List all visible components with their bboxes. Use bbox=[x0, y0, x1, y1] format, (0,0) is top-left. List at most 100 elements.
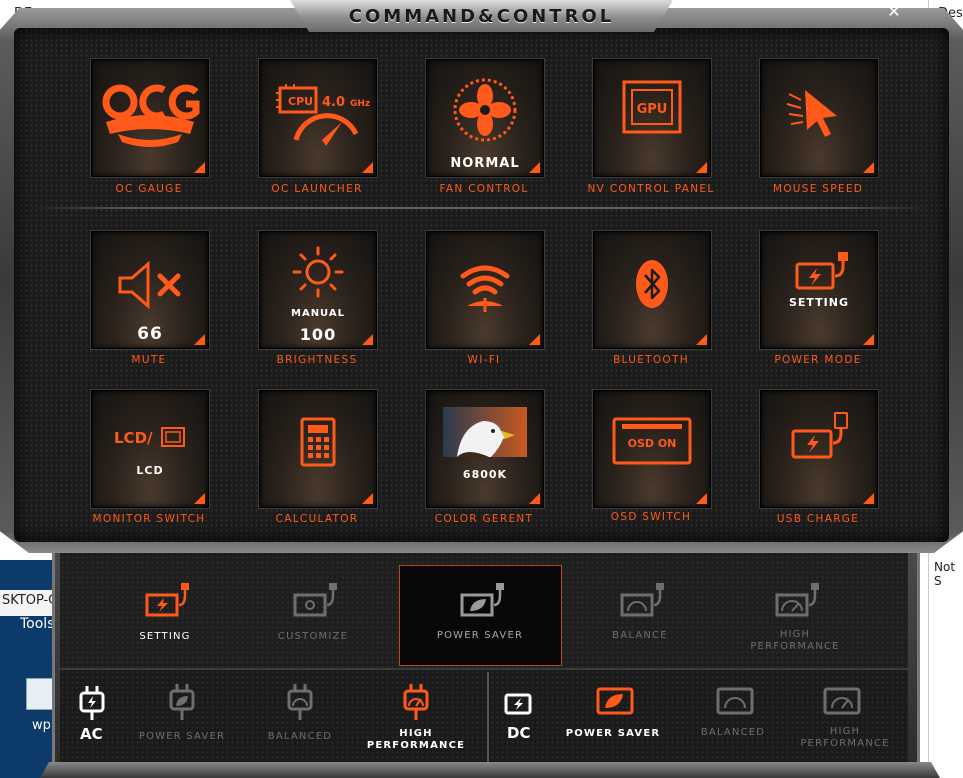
cursor-speed-icon bbox=[786, 90, 837, 137]
tile-corner-indicator bbox=[362, 493, 373, 504]
tile-label-fan-control: FAN CONTROL bbox=[439, 183, 529, 195]
dc-battery-icon bbox=[504, 693, 532, 715]
tile-color-gerent[interactable]: 6800K bbox=[426, 390, 544, 508]
tile-label-nv-control-panel: NV CONTROL PANEL bbox=[587, 183, 715, 195]
brightness-value: 100 bbox=[299, 325, 337, 344]
tile-power-mode[interactable]: SETTING bbox=[760, 231, 878, 349]
power-mode-power-saver[interactable]: POWER SAVER bbox=[420, 575, 540, 665]
bluetooth-icon bbox=[636, 260, 668, 308]
volume-value: 66 bbox=[137, 324, 163, 344]
tile-nv-control-panel[interactable]: GPU bbox=[593, 59, 711, 177]
tile-label-power-mode: POWER MODE bbox=[774, 354, 862, 366]
tile-usb-charge[interactable] bbox=[760, 390, 878, 508]
plug-gauge-icon bbox=[287, 684, 313, 720]
cpu-text: CPU bbox=[288, 95, 313, 108]
desktop-file-icon[interactable] bbox=[26, 678, 54, 710]
tile-oc-launcher[interactable]: CPU 4.0 GHz bbox=[259, 59, 377, 177]
osd-icon: OSD ON bbox=[612, 417, 692, 465]
tile-corner-indicator bbox=[362, 334, 373, 345]
window-title: COMMAND&CONTROL bbox=[348, 5, 615, 27]
ac-high-performance[interactable]: HIGH PERFORMANCE bbox=[356, 680, 476, 770]
title-plate[interactable]: COMMAND&CONTROL bbox=[290, 0, 673, 32]
ac-plug-icon bbox=[79, 686, 105, 720]
fan-mode-value: NORMAL bbox=[450, 156, 520, 171]
dc-power-saver[interactable]: POWER SAVER bbox=[553, 680, 673, 770]
tile-brightness[interactable]: MANUAL 100 bbox=[259, 231, 377, 349]
gpu-text: GPU bbox=[637, 102, 668, 117]
tile-label-color-gerent: COLOR GERENT bbox=[434, 513, 534, 525]
gpu-icon: GPU bbox=[622, 80, 682, 134]
color-temp-value: 6800K bbox=[462, 468, 508, 481]
tile-oc-gauge[interactable] bbox=[91, 59, 209, 177]
tile-mouse-speed[interactable] bbox=[760, 59, 878, 177]
tile-bluetooth[interactable] bbox=[593, 231, 711, 349]
dc-mode-label: BALANCED bbox=[700, 727, 766, 738]
tile-corner-indicator bbox=[194, 493, 205, 504]
tile-corner-indicator bbox=[696, 162, 707, 173]
tile-label-mouse-speed: MOUSE SPEED bbox=[772, 183, 864, 195]
tile-label-wifi: WI-FI bbox=[467, 354, 501, 366]
wifi-icon bbox=[460, 265, 510, 312]
ac-dc-divider bbox=[487, 672, 489, 766]
tile-mute[interactable]: 66 bbox=[91, 231, 209, 349]
power-mode-sub: SETTING bbox=[788, 296, 850, 309]
calculator-icon bbox=[300, 417, 336, 467]
cpu-frequency-value: 4.0 bbox=[322, 95, 345, 110]
monitor-value: LCD bbox=[136, 464, 164, 477]
tile-corner-indicator bbox=[194, 334, 205, 345]
battery-plug-icon bbox=[795, 252, 848, 290]
battery-leaf-icon bbox=[460, 583, 504, 617]
power-mode-high-performance[interactable]: HIGH PERFORMANCE bbox=[735, 575, 855, 665]
power-mode-label: POWER SAVER bbox=[436, 630, 524, 641]
power-mode-label: SETTING bbox=[139, 631, 191, 642]
tile-monitor-switch[interactable]: LCD/ LCD bbox=[91, 390, 209, 508]
tile-corner-indicator bbox=[696, 493, 707, 504]
power-mode-balance[interactable]: BALANCE bbox=[580, 575, 700, 665]
tile-corner-indicator bbox=[362, 162, 373, 173]
tile-label-monitor-switch: MONITOR SWITCH bbox=[92, 513, 206, 525]
ac-mode-label: POWER SAVER bbox=[138, 731, 226, 742]
tile-label-usb-charge: USB CHARGE bbox=[776, 513, 860, 525]
battery-bolt-icon bbox=[145, 583, 189, 617]
tile-corner-indicator bbox=[863, 493, 874, 504]
background-status-text: Not S bbox=[934, 560, 956, 588]
power-mode-label: BALANCE bbox=[612, 630, 668, 641]
tile-corner-indicator bbox=[863, 162, 874, 173]
lcd-switch-text: LCD/ bbox=[114, 429, 153, 447]
tile-corner-indicator bbox=[863, 334, 874, 345]
tile-osd-switch[interactable]: OSD ON bbox=[593, 390, 711, 508]
tile-fan-control[interactable]: NORMAL bbox=[426, 59, 544, 177]
tile-corner-indicator bbox=[529, 162, 540, 173]
eagle-image-icon bbox=[443, 407, 527, 457]
tile-label-calculator: CALCULATOR bbox=[275, 513, 359, 525]
power-mode-customize[interactable]: CUSTOMIZE bbox=[253, 575, 373, 665]
tile-corner-indicator bbox=[529, 334, 540, 345]
tile-calculator[interactable] bbox=[259, 390, 377, 508]
dc-balanced[interactable]: BALANCED bbox=[673, 680, 793, 770]
battery-gear-icon bbox=[293, 583, 337, 617]
desktop-file-label: wp bbox=[32, 718, 51, 733]
tile-wifi[interactable] bbox=[426, 231, 544, 349]
power-mode-setting[interactable]: SETTING bbox=[105, 575, 225, 665]
ac-balanced[interactable]: BALANCED bbox=[240, 680, 360, 770]
tile-label-brightness: BRIGHTNESS bbox=[276, 354, 358, 366]
battery-leaf-icon bbox=[596, 687, 634, 715]
close-button[interactable]: ✕ bbox=[886, 4, 902, 20]
tile-label-bluetooth: BLUETOOTH bbox=[613, 354, 689, 366]
ac-mode-label: BALANCED bbox=[267, 731, 333, 742]
power-mode-label: CUSTOMIZE bbox=[277, 631, 349, 642]
dc-mode-label: POWER SAVER bbox=[565, 728, 661, 739]
usb-charge-icon bbox=[791, 412, 848, 459]
row-separator bbox=[30, 207, 933, 209]
osd-text: OSD ON bbox=[628, 437, 677, 450]
ac-power-saver[interactable]: POWER SAVER bbox=[122, 680, 242, 770]
cpu-frequency-unit: GHz bbox=[350, 99, 370, 109]
tile-corner-indicator bbox=[194, 162, 205, 173]
dc-high-performance[interactable]: HIGH PERFORMANCE bbox=[786, 680, 906, 770]
tile-label-osd-switch: OSD SWITCH bbox=[610, 511, 692, 523]
background-tools-label: Tools bbox=[20, 616, 55, 632]
ac-mode-label: HIGH PERFORMANCE bbox=[366, 728, 466, 751]
ac-label: AC bbox=[80, 725, 103, 743]
tile-label-mute: MUTE bbox=[131, 354, 167, 366]
tile-corner-indicator bbox=[529, 493, 540, 504]
